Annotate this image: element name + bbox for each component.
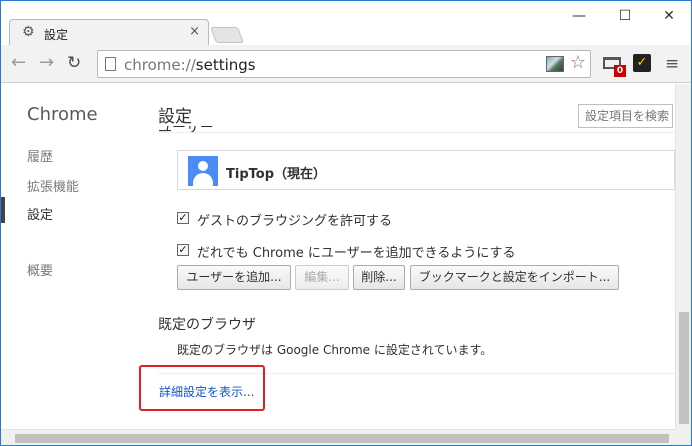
maximize-button[interactable]: ☐ — [605, 5, 645, 27]
close-window-button[interactable]: ✕ — [649, 5, 689, 27]
forward-arrow-icon[interactable]: → — [39, 53, 54, 73]
extension-badge: 0 — [614, 65, 626, 77]
title-bar: ⚙ 設定 × — ☐ ✕ — [1, 1, 691, 45]
vertical-scroll-thumb[interactable] — [679, 312, 689, 424]
horizontal-scrollbar[interactable] — [1, 429, 675, 445]
menu-icon[interactable]: ≡ — [665, 54, 679, 74]
tab-close-icon[interactable]: × — [189, 24, 200, 39]
default-browser-text: 既定のブラウザは Google Chrome に設定されています。 — [177, 343, 493, 357]
sidebar-item-settings[interactable]: 設定 — [27, 204, 53, 223]
user-name: TipTop（現在） — [226, 167, 327, 182]
avatar-body — [193, 173, 213, 186]
edit-user-button[interactable]: 編集... — [295, 265, 349, 290]
page-title: 設定 — [158, 107, 192, 127]
gear-icon: ⚙ — [22, 24, 35, 40]
avatar-head — [198, 161, 208, 171]
page-icon — [105, 57, 116, 71]
allow-add-user-label[interactable]: だれでも Chrome にユーザーを追加できるようにする — [197, 242, 515, 261]
tab-settings[interactable]: ⚙ 設定 × — [9, 19, 209, 45]
address-bar[interactable]: chrome://settings ☆ — [97, 50, 591, 78]
settings-search-input[interactable] — [578, 104, 673, 128]
url-text[interactable]: chrome://settings — [124, 56, 256, 74]
settings-page: Chrome 履歴 拡張機能 設定 概要 設定 ユーザー TipTop（現在） … — [1, 84, 675, 429]
scroll-corner — [675, 429, 691, 445]
image-icon[interactable] — [546, 56, 564, 72]
browser-window: ⚙ 設定 × — ☐ ✕ ← → ↻ chrome://settings ☆ 0… — [0, 0, 692, 446]
add-user-button[interactable]: ユーザーを追加... — [177, 265, 291, 290]
import-bookmarks-button[interactable]: ブックマークと設定をインポート... — [410, 265, 619, 290]
sidebar-active-indicator — [1, 197, 5, 223]
reload-icon[interactable]: ↻ — [67, 53, 81, 73]
sidebar-item-extensions[interactable]: 拡張機能 — [27, 176, 79, 195]
norton-extension-icon[interactable]: ✓ — [633, 54, 651, 72]
avatar — [188, 156, 218, 186]
url-host: settings — [195, 56, 256, 74]
back-arrow-icon[interactable]: ← — [11, 53, 26, 73]
allow-add-user-checkbox[interactable]: ✓ — [177, 244, 189, 256]
sidebar-title: Chrome — [27, 104, 98, 125]
sidebar-item-history[interactable]: 履歴 — [27, 146, 53, 165]
bookmark-star-icon[interactable]: ☆ — [570, 52, 586, 73]
allow-guest-label[interactable]: ゲストのブラウジングを許可する — [197, 210, 392, 229]
sidebar-item-about[interactable]: 概要 — [27, 260, 53, 279]
url-scheme: chrome:// — [124, 56, 196, 74]
vertical-scrollbar[interactable] — [675, 84, 691, 429]
browser-toolbar: ← → ↻ chrome://settings ☆ 0 ✓ ≡ — [1, 45, 691, 83]
header-divider — [158, 132, 675, 133]
allow-guest-checkbox[interactable]: ✓ — [177, 212, 189, 224]
minimize-button[interactable]: — — [559, 5, 599, 27]
delete-user-button[interactable]: 削除... — [353, 265, 405, 290]
user-list-item[interactable]: TipTop（現在） — [177, 150, 675, 190]
new-tab-button[interactable] — [210, 27, 244, 43]
tab-title: 設定 — [44, 28, 69, 42]
default-browser-title: 既定のブラウザ — [158, 317, 256, 333]
horizontal-scroll-thumb[interactable] — [15, 434, 669, 443]
show-advanced-settings-link[interactable]: 詳細設定を表示... — [159, 383, 254, 400]
